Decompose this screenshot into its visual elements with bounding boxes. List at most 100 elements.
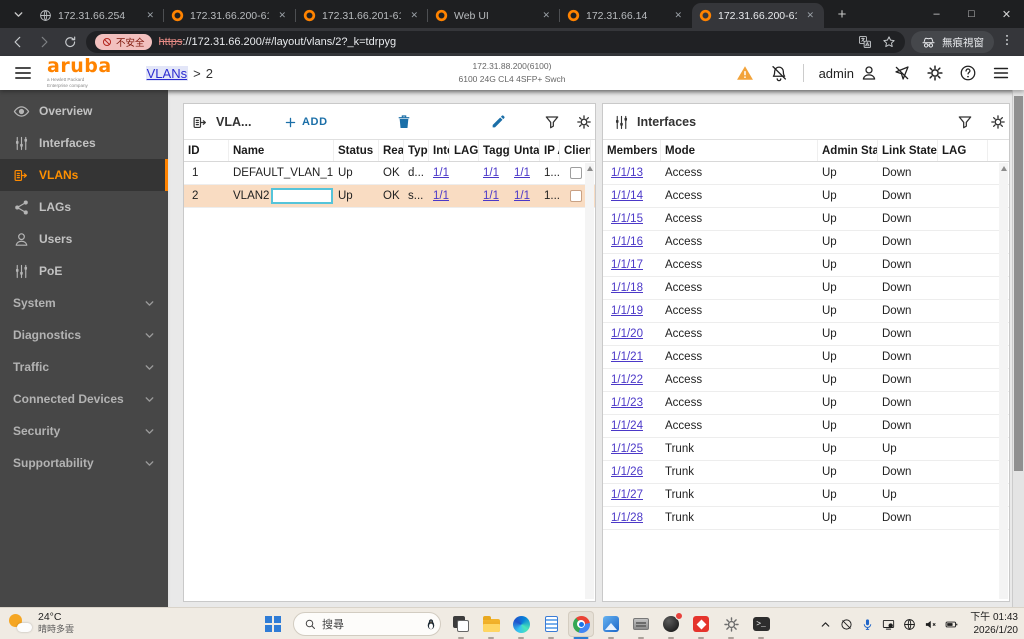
- interface-row[interactable]: 1/1/24 Access Up Down: [603, 415, 1009, 438]
- vlan-row[interactable]: 2 VLAN2 Up OK s... 1/1 1/1 1/1 1...: [184, 185, 595, 208]
- vlans-settings-button[interactable]: [576, 104, 592, 140]
- file-explorer-app-icon[interactable]: [478, 611, 504, 639]
- browser-menu-button[interactable]: [1000, 32, 1016, 52]
- maximize-button[interactable]: □: [954, 0, 989, 28]
- interface-row[interactable]: 1/1/25 Trunk Up Up: [603, 438, 1009, 461]
- interface-link[interactable]: 1/1: [483, 167, 499, 179]
- interfaces-filter-button[interactable]: [957, 104, 973, 140]
- sidebar-item-overview[interactable]: Overview: [0, 95, 168, 127]
- browser-tab[interactable]: 172.31.66.14 ✕: [559, 3, 692, 28]
- interfaces-table-scrollbar[interactable]: [999, 163, 1008, 599]
- interface-row[interactable]: 1/1/14 Access Up Down: [603, 185, 1009, 208]
- vlan-row[interactable]: 1 DEFAULT_VLAN_1 Up OK d... 1/1 1/1 1/1 1...: [184, 162, 595, 185]
- edit-vlan-button[interactable]: [490, 104, 506, 140]
- member-link[interactable]: 1/1/27: [611, 489, 643, 501]
- row-checkbox[interactable]: [569, 167, 582, 179]
- vlans-filter-button[interactable]: [544, 104, 560, 140]
- tab-search-button[interactable]: [7, 4, 29, 24]
- help-icon[interactable]: [959, 64, 977, 82]
- row-checkbox[interactable]: [569, 190, 582, 202]
- interface-link[interactable]: 1/1: [514, 190, 530, 202]
- security-chip[interactable]: 不安全: [95, 34, 152, 50]
- tab-close-icon[interactable]: ✕: [143, 9, 157, 22]
- camera-off-icon[interactable]: [840, 618, 853, 631]
- member-link[interactable]: 1/1/21: [611, 351, 643, 363]
- reload-button[interactable]: [60, 32, 80, 52]
- interface-link[interactable]: 1/1: [433, 167, 449, 179]
- member-link[interactable]: 1/1/19: [611, 305, 643, 317]
- sidebar-item-interfaces[interactable]: Interfaces: [0, 127, 168, 159]
- task-view-app-icon[interactable]: [448, 611, 474, 639]
- interface-row[interactable]: 1/1/26 Trunk Up Down: [603, 461, 1009, 484]
- alert-triangle-icon[interactable]: [735, 64, 755, 82]
- interface-link[interactable]: 1/1: [483, 190, 499, 202]
- start-button[interactable]: [260, 611, 286, 637]
- scroll-up-arrow-icon[interactable]: [1000, 166, 1007, 171]
- sidebar-item-connected-devices[interactable]: Connected Devices: [0, 383, 168, 415]
- column-header[interactable]: Link State: [878, 140, 938, 161]
- interface-row[interactable]: 1/1/17 Access Up Down: [603, 254, 1009, 277]
- column-header[interactable]: Status: [334, 140, 379, 161]
- battery-icon[interactable]: [945, 618, 958, 631]
- member-link[interactable]: 1/1/17: [611, 259, 643, 271]
- pointer-off-icon[interactable]: [893, 64, 911, 82]
- browser-tab[interactable]: 172.31.66.201-6100 ✕: [295, 3, 428, 28]
- sidebar-item-users[interactable]: Users: [0, 223, 168, 255]
- new-tab-button[interactable]: +: [830, 2, 854, 26]
- add-vlan-button[interactable]: ADD: [284, 104, 328, 140]
- scroll-up-arrow-icon[interactable]: [586, 166, 593, 171]
- member-link[interactable]: 1/1/25: [611, 443, 643, 455]
- close-button[interactable]: ✕: [989, 0, 1024, 28]
- device-manager-app-icon[interactable]: [628, 611, 654, 639]
- microphone-icon[interactable]: [861, 618, 874, 631]
- column-header[interactable]: Admin State: [818, 140, 878, 161]
- member-link[interactable]: 1/1/24: [611, 420, 643, 432]
- bookmark-star-icon[interactable]: [882, 35, 896, 49]
- overflow-menu-icon[interactable]: [992, 64, 1010, 82]
- tab-close-icon[interactable]: ✕: [275, 9, 289, 22]
- member-link[interactable]: 1/1/22: [611, 374, 643, 386]
- forward-button[interactable]: [34, 32, 54, 52]
- breadcrumb-vlans-link[interactable]: VLANs: [145, 65, 189, 81]
- browser-tab[interactable]: 172.31.66.254 ✕: [32, 3, 164, 28]
- column-header[interactable]: Interfaces: [429, 140, 450, 161]
- sidebar-item-lags[interactable]: LAGs: [0, 191, 168, 223]
- translate-icon[interactable]: [858, 35, 872, 49]
- interface-row[interactable]: 1/1/27 Trunk Up Up: [603, 484, 1009, 507]
- column-header[interactable]: Untagged: [510, 140, 540, 161]
- interface-row[interactable]: 1/1/22 Access Up Down: [603, 369, 1009, 392]
- interface-link[interactable]: 1/1: [514, 167, 530, 179]
- column-header[interactable]: Name: [229, 140, 334, 161]
- interface-row[interactable]: 1/1/15 Access Up Down: [603, 208, 1009, 231]
- interface-row[interactable]: 1/1/21 Access Up Down: [603, 346, 1009, 369]
- column-header[interactable]: Tagged: [479, 140, 510, 161]
- vlan-name-edit-input[interactable]: [271, 188, 334, 204]
- notifications-off-icon[interactable]: [770, 64, 788, 82]
- sidebar-item-poe[interactable]: PoE: [0, 255, 168, 287]
- column-header[interactable]: LAG: [450, 140, 479, 161]
- nav-hamburger-icon[interactable]: [13, 63, 33, 83]
- member-link[interactable]: 1/1/20: [611, 328, 643, 340]
- member-link[interactable]: 1/1/26: [611, 466, 643, 478]
- tab-close-icon[interactable]: ✕: [407, 9, 421, 22]
- browser-tab[interactable]: Web UI ✕: [427, 3, 560, 28]
- settings-gear-icon[interactable]: [926, 64, 944, 82]
- back-button[interactable]: [8, 32, 28, 52]
- tab-close-icon[interactable]: ✕: [539, 9, 553, 22]
- address-bar[interactable]: 不安全 https://172.31.66.200/#/layout/vlans…: [86, 31, 905, 53]
- minimize-button[interactable]: –: [919, 0, 954, 28]
- chrome-app-icon[interactable]: [568, 611, 594, 639]
- page-scrollbar-thumb[interactable]: [1014, 96, 1023, 471]
- column-header[interactable]: LAG: [938, 140, 988, 161]
- member-link[interactable]: 1/1/18: [611, 282, 643, 294]
- member-link[interactable]: 1/1/16: [611, 236, 643, 248]
- column-header[interactable]: Type: [404, 140, 429, 161]
- media-sphere-app-icon[interactable]: [658, 611, 684, 639]
- member-link[interactable]: 1/1/28: [611, 512, 643, 524]
- member-link[interactable]: 1/1/15: [611, 213, 643, 225]
- cast-icon[interactable]: [882, 618, 895, 631]
- column-header[interactable]: IP Address: [540, 140, 560, 161]
- settings-app-icon[interactable]: [718, 611, 744, 639]
- interface-row[interactable]: 1/1/16 Access Up Down: [603, 231, 1009, 254]
- column-header[interactable]: Clients: [560, 140, 591, 161]
